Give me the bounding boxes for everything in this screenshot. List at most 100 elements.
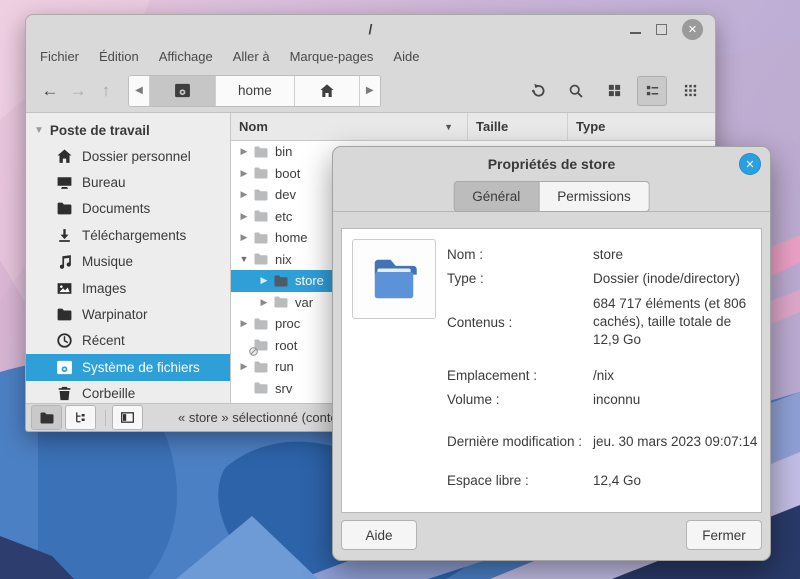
maximize-icon[interactable] xyxy=(656,24,667,35)
collapse-triangle-icon: ▼ xyxy=(34,125,44,136)
sidebar-section-header[interactable]: ▼ Poste de travail xyxy=(26,117,230,143)
field-value: inconnu xyxy=(593,392,640,407)
music-icon xyxy=(56,253,73,270)
show-places-button[interactable] xyxy=(31,405,62,430)
sidebar-item-label: Documents xyxy=(82,201,150,216)
forward-button[interactable]: → xyxy=(64,77,92,105)
sidebar-item-bureau[interactable]: Bureau xyxy=(26,169,230,195)
toggle-sidebar-button[interactable] xyxy=(112,405,143,430)
window-title: / xyxy=(369,21,373,37)
field-label: Volume : xyxy=(447,392,593,407)
tab-permissions[interactable]: Permissions xyxy=(539,181,650,212)
pathbar-scroll-left-icon[interactable]: ◀ xyxy=(129,76,150,106)
drive-icon xyxy=(56,359,73,376)
drive-icon xyxy=(174,82,191,99)
reload-button[interactable] xyxy=(523,76,553,106)
sidebar-item-documents[interactable]: Documents xyxy=(26,196,230,222)
pathbar-home-icon-button[interactable] xyxy=(295,76,360,106)
field-derniere-modification: Dernière modification : jeu. 30 mars 202… xyxy=(447,434,753,449)
tab-general[interactable]: Général xyxy=(453,181,539,212)
field-volume: Volume : inconnu xyxy=(447,392,753,407)
list-header: Nom ▼ Taille Type xyxy=(231,113,715,141)
expander-icon[interactable]: ▶ xyxy=(257,275,271,286)
pathbar-home-button[interactable]: home xyxy=(216,76,295,106)
sidebar-item-warpinator[interactable]: Warpinator xyxy=(26,301,230,327)
close-icon[interactable]: ✕ xyxy=(682,19,703,40)
field-label: Emplacement : xyxy=(447,368,593,383)
dialog-general-panel: Nom : store Type : Dossier (inode/direct… xyxy=(341,228,762,513)
titlebar[interactable]: / ✕ xyxy=(26,15,715,43)
menu-affichage[interactable]: Affichage xyxy=(149,46,223,67)
column-label: Nom xyxy=(239,119,268,134)
tree-row-label: bin xyxy=(275,144,292,159)
folder-icon xyxy=(56,200,73,217)
folder-icon xyxy=(273,294,289,310)
folder-icon xyxy=(253,380,269,396)
expander-open-icon[interactable]: ▼ xyxy=(237,254,251,264)
sidebar: ▼ Poste de travail Dossier personnel Bur… xyxy=(26,113,231,403)
sidebar-item-telechargements[interactable]: Téléchargements xyxy=(26,222,230,248)
search-button[interactable] xyxy=(561,76,591,106)
folder-icon xyxy=(253,165,269,181)
fermer-button[interactable]: Fermer xyxy=(686,520,762,550)
expander-icon[interactable]: ▶ xyxy=(237,189,251,200)
toolbar: ← → ↑ ◀ home ▶ xyxy=(26,69,715,113)
sidebar-toggle-icon xyxy=(120,410,135,425)
expander-icon[interactable]: ▶ xyxy=(237,318,251,329)
column-header-type[interactable]: Type xyxy=(568,113,715,140)
field-value: jeu. 30 mars 2023 09:07:14 xyxy=(593,434,757,449)
sidebar-item-systeme-de-fichiers[interactable]: Système de fichiers xyxy=(26,354,230,380)
sidebar-item-musique[interactable]: Musique xyxy=(26,249,230,275)
tree-row-label: store xyxy=(295,273,324,288)
column-label: Type xyxy=(576,119,605,134)
expander-icon[interactable]: ▶ xyxy=(237,168,251,179)
icon-view-button[interactable] xyxy=(599,76,629,106)
expander-icon[interactable]: ▶ xyxy=(237,211,251,222)
field-label: Type : xyxy=(447,271,593,286)
minimize-icon[interactable] xyxy=(630,32,641,34)
properties-dialog: Propriétés de store ✕ Général Permission… xyxy=(332,146,771,561)
tree-row-label: var xyxy=(295,295,313,310)
expander-icon[interactable]: ▶ xyxy=(237,232,251,243)
folder-icon xyxy=(253,144,269,160)
field-emplacement: Emplacement : /nix xyxy=(447,368,753,383)
menu-edition[interactable]: Édition xyxy=(89,46,149,67)
dialog-titlebar[interactable]: Propriétés de store ✕ xyxy=(333,147,770,181)
statusbar-separator xyxy=(105,410,106,426)
menu-marque-pages[interactable]: Marque-pages xyxy=(280,46,384,67)
column-label: Taille xyxy=(476,119,508,134)
folder-icon xyxy=(253,316,269,332)
properties-fields: Nom : store Type : Dossier (inode/direct… xyxy=(447,241,753,488)
up-button[interactable]: ↑ xyxy=(92,77,120,105)
dialog-title: Propriétés de store xyxy=(488,156,616,172)
column-header-taille[interactable]: Taille xyxy=(468,113,568,140)
expander-icon[interactable]: ▶ xyxy=(237,146,251,157)
menu-aller-a[interactable]: Aller à xyxy=(223,46,280,67)
refresh-icon xyxy=(530,82,547,99)
sidebar-item-dossier-personnel[interactable]: Dossier personnel xyxy=(26,143,230,169)
sidebar-item-label: Corbeille xyxy=(82,386,135,401)
tree-row-label: home xyxy=(275,230,308,245)
sidebar-item-label: Images xyxy=(82,281,126,296)
image-icon xyxy=(56,280,73,297)
help-button[interactable]: Aide xyxy=(341,520,417,550)
sidebar-item-recent[interactable]: Récent xyxy=(26,328,230,354)
back-button[interactable]: ← xyxy=(36,77,64,105)
home-icon xyxy=(56,148,73,165)
sidebar-item-images[interactable]: Images xyxy=(26,275,230,301)
menu-aide[interactable]: Aide xyxy=(383,46,429,67)
dialog-close-icon[interactable]: ✕ xyxy=(739,153,761,175)
folder-icon xyxy=(253,230,269,246)
list-view-button[interactable] xyxy=(637,76,667,106)
field-label: Nom : xyxy=(447,247,593,262)
pathbar-scroll-right-icon[interactable]: ▶ xyxy=(360,76,380,106)
file-icon-box[interactable] xyxy=(352,239,436,319)
expander-icon[interactable]: ▶ xyxy=(257,297,271,308)
menu-fichier[interactable]: Fichier xyxy=(30,46,89,67)
column-header-nom[interactable]: Nom ▼ xyxy=(231,113,468,140)
sidebar-item-corbeille[interactable]: Corbeille xyxy=(26,381,230,403)
pathbar-root-button[interactable] xyxy=(150,76,216,106)
compact-view-button[interactable] xyxy=(675,76,705,106)
show-treeview-button[interactable] xyxy=(65,405,96,430)
expander-icon[interactable]: ▶ xyxy=(237,361,251,372)
